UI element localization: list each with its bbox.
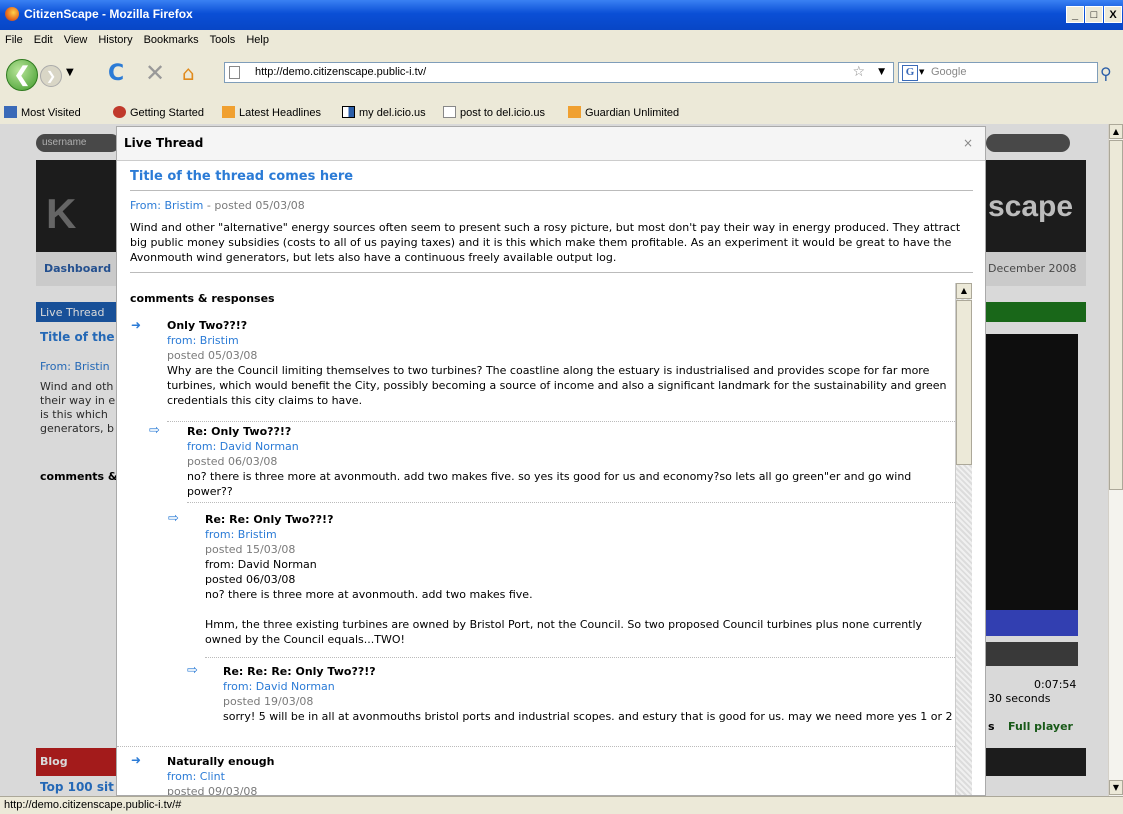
bookmark-most-visited[interactable]: Most Visited: [4, 106, 81, 119]
google-engine-icon[interactable]: G: [902, 65, 918, 81]
arrow-right-icon: ➜: [131, 753, 142, 767]
scroll-up-icon[interactable]: ▲: [956, 283, 972, 299]
page-icon: [229, 66, 240, 79]
divider: [130, 272, 973, 273]
divider: [130, 190, 973, 191]
reply-arrow-icon: ⇨: [168, 511, 179, 526]
reload-icon[interactable]: C: [108, 61, 124, 86]
bookmark-guardian-unlimited[interactable]: Guardian Unlimited: [568, 106, 679, 119]
stop-icon[interactable]: ✕: [145, 59, 165, 87]
close-icon[interactable]: ×: [963, 136, 973, 150]
comment-author[interactable]: from: Clint: [167, 769, 955, 784]
page-icon: [443, 106, 456, 118]
menu-file[interactable]: File: [0, 30, 29, 46]
delicious-icon: [342, 106, 355, 118]
scroll-thumb[interactable]: [956, 300, 972, 465]
search-box[interactable]: G ▼ Google: [898, 62, 1098, 83]
author-link[interactable]: From: Bristim: [130, 199, 203, 212]
bookmark-getting-started[interactable]: Getting Started: [113, 106, 204, 119]
comment-author[interactable]: from: David Norman: [187, 439, 955, 454]
comment: Re: Re: Re: Only Two??!? from: David Nor…: [223, 664, 955, 724]
separator: [205, 657, 955, 658]
menu-view[interactable]: View: [59, 30, 94, 46]
arrow-right-icon: ➜: [131, 318, 142, 332]
engine-dropdown-icon[interactable]: ▼: [919, 68, 924, 76]
getting-started-icon: [113, 106, 126, 118]
bookmark-post-to-delicious[interactable]: post to del.icio.us: [443, 106, 545, 119]
separator: [187, 502, 955, 503]
comment: Only Two??!? from: Bristim posted 05/03/…: [167, 318, 955, 408]
menu-tools[interactable]: Tools: [205, 30, 242, 46]
maximize-button[interactable]: □: [1085, 6, 1103, 23]
page-scrollbar[interactable]: ▲ ▼: [1108, 124, 1123, 796]
menu-bar: File Edit View History Bookmarks Tools Help: [0, 30, 1123, 53]
comment: Naturally enough from: Clint posted 09/0…: [167, 754, 955, 795]
url-text: http://demo.citizenscape.public-i.tv/: [255, 66, 427, 78]
separator: [117, 746, 955, 747]
rss-feed-icon: [222, 106, 235, 118]
status-text: http://demo.citizenscape.public-i.tv/#: [4, 799, 182, 811]
bookmark-star-icon[interactable]: ☆: [852, 64, 865, 80]
home-icon[interactable]: ⌂: [182, 61, 195, 85]
search-placeholder: Google: [931, 66, 967, 78]
live-thread-modal: Live Thread × Title of the thread comes …: [116, 126, 986, 796]
forward-button-icon[interactable]: ❯: [40, 65, 62, 87]
modal-title: Live Thread: [124, 136, 204, 150]
rss-feed-icon: [568, 106, 581, 118]
scroll-up-icon[interactable]: ▲: [1109, 124, 1123, 139]
modal-header: Live Thread ×: [117, 127, 985, 161]
menu-help[interactable]: Help: [241, 30, 275, 46]
url-bar[interactable]: http://demo.citizenscape.public-i.tv/ ☆ …: [224, 62, 894, 83]
back-button-icon[interactable]: ❮: [6, 59, 38, 91]
scroll-down-icon[interactable]: ▼: [1109, 780, 1123, 795]
most-visited-icon: [4, 106, 17, 118]
comment-author[interactable]: from: Bristim: [205, 527, 955, 542]
menu-edit[interactable]: Edit: [29, 30, 59, 46]
thread-from: From: Bristim - posted 05/03/08: [130, 199, 305, 212]
minimize-button[interactable]: _: [1066, 6, 1084, 23]
history-dropdown-icon[interactable]: ▼: [66, 67, 74, 78]
bookmark-my-delicious[interactable]: my del.icio.us: [342, 106, 426, 119]
scroll-thumb[interactable]: [1109, 140, 1123, 490]
comment-author[interactable]: from: David Norman: [223, 679, 955, 694]
search-magnifier-icon[interactable]: ⚲: [1100, 64, 1112, 83]
url-dropdown-icon[interactable]: ▼: [878, 67, 885, 77]
comments-scrollbar[interactable]: ▲: [955, 283, 972, 795]
window-title: CitizenScape - Mozilla Firefox: [24, 7, 193, 21]
reply-arrow-icon: ⇨: [187, 663, 198, 678]
reply-arrow-icon: ⇨: [149, 423, 160, 438]
comment-author[interactable]: from: Bristim: [167, 333, 955, 348]
menu-history[interactable]: History: [93, 30, 138, 46]
status-bar: http://demo.citizenscape.public-i.tv/#: [0, 796, 1123, 814]
window-titlebar: CitizenScape - Mozilla Firefox _ □ X: [0, 0, 1123, 30]
bookmarks-toolbar: Most Visited Getting Started Latest Head…: [0, 99, 1123, 125]
bookmark-latest-headlines[interactable]: Latest Headlines: [222, 106, 321, 119]
separator: [167, 421, 955, 422]
comments-heading: comments & responses: [130, 292, 275, 305]
close-window-button[interactable]: X: [1104, 6, 1122, 23]
comment: Re: Re: Only Two??!? from: Bristim poste…: [205, 512, 955, 647]
comments-panel: comments & responses ➜ Only Two??!? from…: [117, 283, 985, 795]
menu-bookmarks[interactable]: Bookmarks: [139, 30, 205, 46]
thread-body: Wind and other "alternative" energy sour…: [130, 221, 961, 264]
firefox-icon: [5, 7, 19, 21]
thread-title[interactable]: Title of the thread comes here: [130, 169, 353, 184]
comment: Re: Only Two??!? from: David Norman post…: [187, 424, 955, 499]
